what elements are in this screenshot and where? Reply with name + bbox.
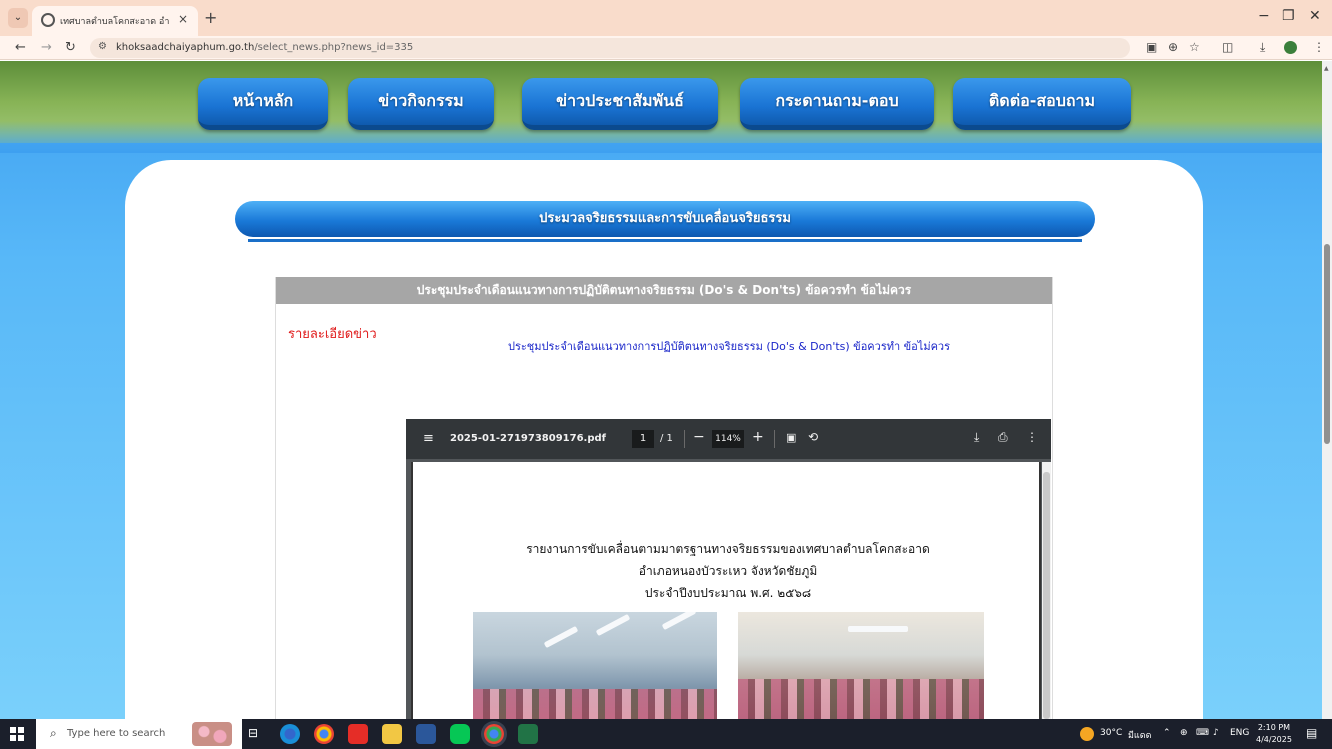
pdf-more-icon[interactable]: ⋮ [1026, 430, 1038, 444]
globe-icon [41, 13, 55, 27]
word-icon[interactable] [416, 724, 436, 744]
tab-close-icon[interactable]: × [178, 12, 188, 26]
pdf-scroll-thumb[interactable] [1043, 472, 1050, 719]
pdf-toolbar: ≡ 2025-01-271973809176.pdf 1 / 1 − 114% … [406, 419, 1051, 459]
meeting-photo-2 [738, 612, 984, 719]
search-icon: ⌕ [50, 726, 57, 740]
nav-contact[interactable]: ติดต่อ-สอบถาม [953, 78, 1131, 130]
system-clock[interactable]: 2:10 PM 4/4/2025 [1256, 722, 1292, 746]
file-explorer-icon[interactable] [382, 724, 402, 744]
more-menu-icon[interactable]: ⋮ [1313, 40, 1325, 54]
scroll-up-icon[interactable]: ▲ [1324, 65, 1329, 72]
reload-button[interactable]: ↻ [65, 40, 76, 55]
chrome-icon[interactable] [314, 724, 334, 744]
pdf-toolbar-divider [684, 430, 685, 448]
weather-desc[interactable]: มีแดด [1128, 728, 1151, 742]
nav-home[interactable]: หน้าหลัก [198, 78, 328, 130]
taskbar-search[interactable]: ⌕ Type here to search [36, 719, 242, 749]
ceiling-light [595, 613, 631, 637]
pdf-filename: 2025-01-271973809176.pdf [450, 433, 607, 444]
language-indicator[interactable]: ENG [1230, 728, 1249, 738]
pdf-page-total: / 1 [660, 433, 673, 444]
url-domain: khoksaadchaiyaphum.go.th [116, 42, 255, 53]
ceiling-light [848, 626, 908, 632]
line-icon[interactable] [450, 724, 470, 744]
tab-search-button[interactable]: ⌄ [8, 8, 28, 28]
browser-tab[interactable]: เทศบาลตำบลโคกสะอาด อำเภอหนอง × [32, 6, 198, 36]
minimize-button[interactable]: − [1258, 8, 1270, 24]
zoom-in-button[interactable]: + [752, 429, 764, 445]
forward-button[interactable]: → [41, 40, 52, 55]
zoom-icon[interactable]: ⊕ [1168, 40, 1178, 54]
pdf-document-title: รายงานการขับเคลื่อนตามมาตรฐานทางจริยธรรม… [413, 538, 1043, 604]
detail-label: รายละเอียดข่าว [288, 327, 377, 342]
article-summary: ประชุมประจำเดือนแนวทางการปฏิบัติตนทางจริ… [508, 340, 951, 353]
weather-temp[interactable]: 30°C [1100, 728, 1122, 738]
browser-tab-bar: ⌄ เทศบาลตำบลโคกสะอาด อำเภอหนอง × + − ❐ ✕ [0, 0, 1332, 36]
nav-pr-news[interactable]: ข่าวประชาสัมพันธ์ [522, 78, 718, 130]
ceiling-light [661, 612, 697, 631]
youtube-icon[interactable] [348, 724, 368, 744]
fit-page-icon[interactable]: ▣ [786, 431, 796, 444]
back-button[interactable]: ← [15, 40, 26, 55]
wifi-icon[interactable]: ⌨ [1196, 728, 1209, 738]
excel-icon[interactable] [518, 724, 538, 744]
pdf-menu-icon[interactable]: ≡ [423, 431, 434, 446]
windows-start-icon[interactable] [10, 727, 24, 741]
search-highlight-image [192, 722, 232, 746]
article-header: ประชุมประจำเดือนแนวทางการปฏิบัติตนทางจริ… [276, 277, 1052, 304]
tray-chevron-icon[interactable]: ⌃ [1163, 728, 1171, 738]
notification-icon[interactable]: ▤ [1306, 726, 1317, 740]
edge-icon[interactable] [280, 724, 300, 744]
tab-title: เทศบาลตำบลโคกสะอาด อำเภอหนอง [60, 17, 170, 27]
pdf-toolbar-divider [774, 430, 775, 448]
pdf-zoom-input[interactable]: 114% [712, 430, 744, 448]
weather-sun-icon[interactable] [1080, 727, 1094, 741]
section-divider [248, 239, 1082, 242]
audience [473, 689, 717, 719]
pdf-title-line1: รายงานการขับเคลื่อนตามมาตรฐานทางจริยธรรม… [526, 542, 930, 556]
pdf-scrollbar[interactable] [1042, 462, 1051, 719]
meeting-photo-1 [473, 612, 717, 719]
volume-icon[interactable]: ♪ [1213, 728, 1219, 738]
site-info-icon[interactable]: ⚙ [98, 41, 107, 52]
taskbar: ⌕ Type here to search ⊟ 30°C มีแดด ⌃ ⊕ ⌨… [0, 719, 1332, 749]
close-window-button[interactable]: ✕ [1309, 8, 1321, 24]
new-tab-button[interactable]: + [204, 8, 217, 27]
translate-icon[interactable]: ▣ [1146, 40, 1157, 54]
pdf-page-input[interactable]: 1 [632, 430, 654, 448]
task-view-icon[interactable]: ⊟ [248, 726, 268, 746]
nav-qa-board[interactable]: กระดานถาม-ตอบ [740, 78, 934, 130]
profile-avatar[interactable] [1284, 41, 1297, 54]
pdf-title-line2: อำเภอหนองบัวระเหว จังหวัดชัยภูมิ [638, 564, 818, 578]
search-placeholder: Type here to search [67, 728, 166, 739]
page-viewport: หน้าหลัก ข่าวกิจกรรม ข่าวประชาสัมพันธ์ ก… [0, 61, 1322, 719]
download-icon[interactable]: ⤓ [1260, 40, 1265, 55]
rotate-icon[interactable]: ⟲ [808, 430, 818, 444]
extensions-icon[interactable]: ◫ [1222, 40, 1233, 54]
print-icon[interactable]: ⎙ [998, 430, 1008, 445]
ceiling-light [543, 625, 579, 649]
page-scroll-thumb[interactable] [1324, 244, 1330, 444]
nav-activity-news[interactable]: ข่าวกิจกรรม [348, 78, 494, 130]
pdf-page: รายงานการขับเคลื่อนตามมาตรฐานทางจริยธรรม… [411, 462, 1041, 719]
restore-button[interactable]: ❐ [1282, 8, 1295, 24]
section-title: ประมวลจริยธรรมและการขับเคลื่อนจริยธรรม [235, 201, 1095, 237]
url-text: khoksaadchaiyaphum.go.th/select_news.php… [116, 42, 413, 53]
address-bar[interactable]: ⚙ khoksaadchaiyaphum.go.th/select_news.p… [90, 38, 1130, 58]
clock-time: 2:10 PM [1257, 723, 1291, 732]
zoom-out-button[interactable]: − [693, 429, 705, 445]
page-scrollbar[interactable]: ▲ [1322, 61, 1332, 719]
bookmark-star-icon[interactable]: ☆ [1189, 40, 1200, 54]
clock-date: 4/4/2025 [1256, 735, 1292, 744]
browser-toolbar: ← → ↻ ⚙ khoksaadchaiyaphum.go.th/select_… [0, 36, 1332, 60]
pdf-download-icon[interactable]: ⤓ [974, 430, 979, 445]
audience [738, 679, 984, 719]
pdf-viewer[interactable]: ≡ 2025-01-271973809176.pdf 1 / 1 − 114% … [406, 419, 1051, 719]
pdf-title-line3: ประจำปีงบประมาณ พ.ศ. ๒๕๖๘ [644, 586, 812, 600]
network-icon[interactable]: ⊕ [1180, 728, 1188, 738]
chrome-active-icon[interactable] [484, 724, 504, 744]
url-path: /select_news.php?news_id=335 [254, 42, 414, 53]
